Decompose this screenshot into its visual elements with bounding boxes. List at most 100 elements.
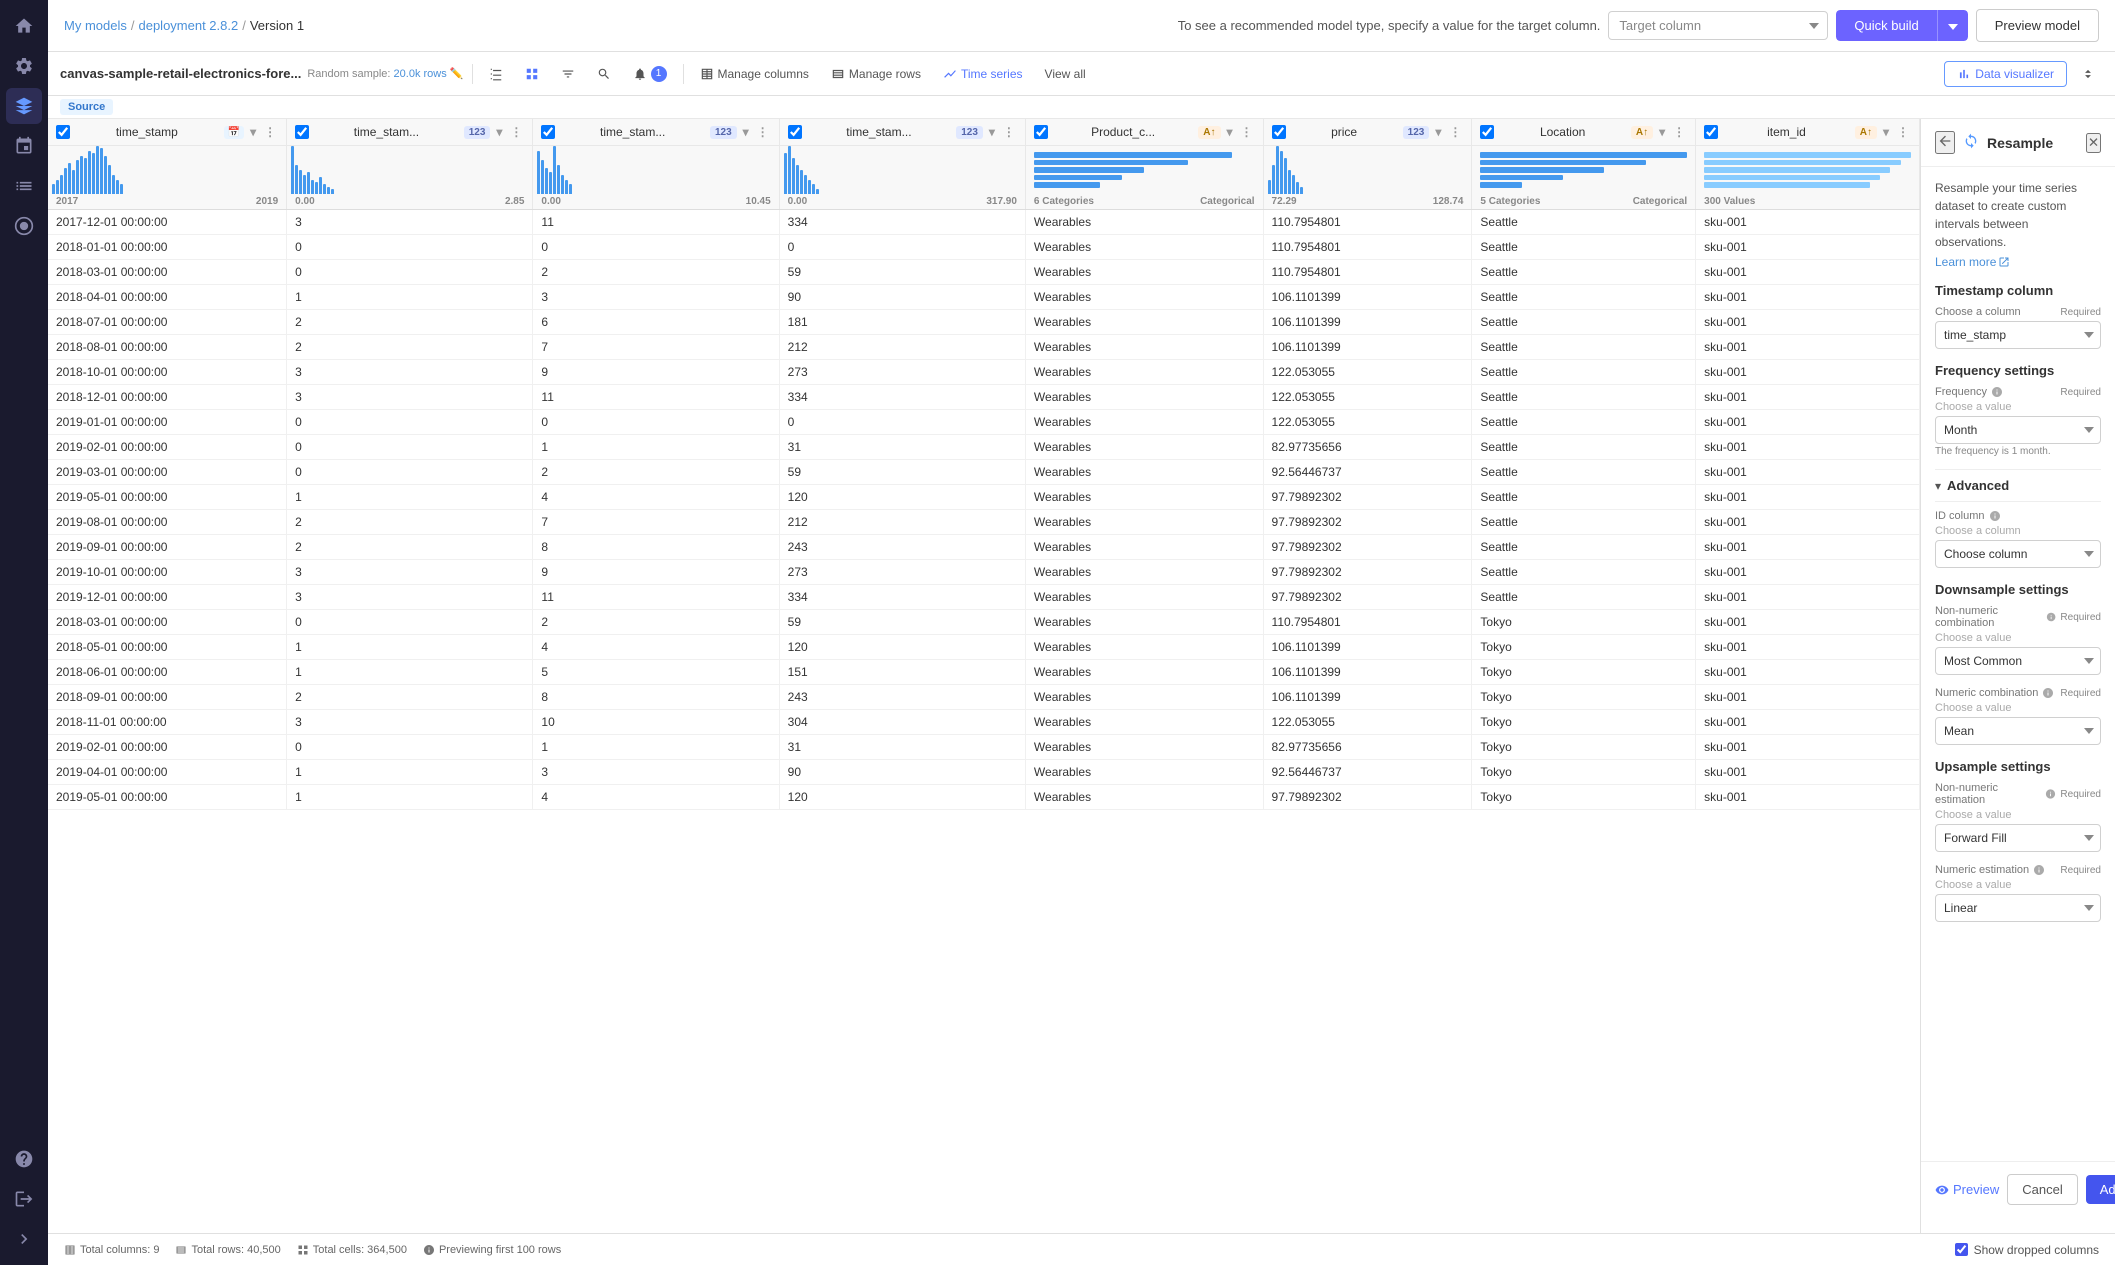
col-menu-7[interactable]: ▾ xyxy=(1657,123,1667,141)
non-numeric-est-label: Non-numeric estimation Required xyxy=(1935,782,2101,806)
table-cell: 151 xyxy=(779,660,1025,685)
nav-help-icon[interactable] xyxy=(6,1141,42,1177)
col-check-3[interactable] xyxy=(541,125,555,139)
nav-circle-icon[interactable] xyxy=(6,208,42,244)
nav-model-icon[interactable] xyxy=(6,88,42,124)
nav-expand-icon[interactable] xyxy=(6,1221,42,1257)
frequency-select[interactable]: Month xyxy=(1935,416,2101,444)
id-column-select[interactable]: Choose column xyxy=(1935,540,2101,568)
table-cell: 1 xyxy=(533,435,779,460)
col-menu-8[interactable]: ▾ xyxy=(1881,123,1891,141)
table-cell: 59 xyxy=(779,260,1025,285)
preview-button[interactable]: Preview xyxy=(1935,1182,1999,1197)
col-dots-4[interactable]: ⋮ xyxy=(1001,123,1017,141)
table-cell: 0 xyxy=(779,410,1025,435)
table-cell: sku-001 xyxy=(1696,635,1920,660)
manage-rows-btn[interactable]: Manage rows xyxy=(823,63,929,85)
nav-settings-icon[interactable] xyxy=(6,48,42,84)
nav-home-icon[interactable] xyxy=(6,8,42,44)
col-dots-1[interactable]: ⋮ xyxy=(262,123,278,141)
table-cell: Wearables xyxy=(1025,610,1263,635)
col-menu-4[interactable]: ▾ xyxy=(987,123,997,141)
cancel-button[interactable]: Cancel xyxy=(2007,1174,2077,1205)
col-dots-8[interactable]: ⋮ xyxy=(1895,123,1911,141)
table-cell: 212 xyxy=(779,335,1025,360)
add-button[interactable]: Add xyxy=(2086,1175,2115,1204)
timestamp-select[interactable]: time_stamp xyxy=(1935,321,2101,349)
non-numeric-field: Non-numeric combination Required Choose … xyxy=(1935,605,2101,675)
col-dots-5[interactable]: ⋮ xyxy=(1239,123,1255,141)
learn-more-link[interactable]: Learn more xyxy=(1935,255,2010,269)
manage-columns-btn[interactable]: Manage columns xyxy=(692,63,817,85)
time-series-btn[interactable]: Time series xyxy=(935,63,1031,85)
table-cell: Wearables xyxy=(1025,760,1263,785)
data-visualizer-btn[interactable]: Data visualizer xyxy=(1944,61,2067,87)
col-check-6[interactable] xyxy=(1272,125,1286,139)
col-dots-3[interactable]: ⋮ xyxy=(755,123,771,141)
numeric-est-select[interactable]: Linear xyxy=(1935,894,2101,922)
table-cell: 106.1101399 xyxy=(1263,310,1472,335)
table-cell: sku-001 xyxy=(1696,260,1920,285)
table-cell: 106.1101399 xyxy=(1263,685,1472,710)
nav-list-icon[interactable] xyxy=(6,168,42,204)
numeric-select[interactable]: Mean xyxy=(1935,717,2101,745)
table-cell: Wearables xyxy=(1025,485,1263,510)
table-cell: sku-001 xyxy=(1696,460,1920,485)
panel-close-btn[interactable]: ✕ xyxy=(2086,133,2101,153)
filter-btn[interactable] xyxy=(553,63,583,85)
status-bar: Total columns: 9 Total rows: 40,500 Tota… xyxy=(48,1233,2115,1265)
edit-icon[interactable]: ✏️ xyxy=(450,68,464,80)
table-row: 2019-10-01 00:00:0039273Wearables97.7989… xyxy=(48,560,1920,585)
collapse-btn[interactable] xyxy=(2073,63,2103,85)
table-cell: 106.1101399 xyxy=(1263,660,1472,685)
data-table-wrapper: time_stamp 📅 ▾ ⋮ 20172 xyxy=(48,119,1920,1233)
table-cell: 3 xyxy=(287,385,533,410)
top-bar: My models / deployment 2.8.2 / Version 1… xyxy=(48,0,2115,52)
advanced-toggle[interactable]: ▾ Advanced xyxy=(1935,469,2101,502)
quick-build-button[interactable]: Quick build xyxy=(1836,10,1936,41)
quick-build-dropdown-button[interactable] xyxy=(1937,10,1968,41)
col-header-2: time_stam... 123 ▾ ⋮ 0. xyxy=(287,119,533,210)
preview-model-button[interactable]: Preview model xyxy=(1976,9,2099,42)
col-check-5[interactable] xyxy=(1034,125,1048,139)
breadcrumb-sep1: / xyxy=(131,18,135,33)
col-dots-6[interactable]: ⋮ xyxy=(1447,123,1463,141)
panel-back-btn[interactable] xyxy=(1935,131,1955,154)
table-cell: 2018-10-01 00:00:00 xyxy=(48,360,287,385)
non-numeric-est-select[interactable]: Forward Fill xyxy=(1935,824,2101,852)
column-view-btn[interactable] xyxy=(517,63,547,85)
table-cell: 2019-05-01 00:00:00 xyxy=(48,785,287,810)
nav-logout-icon[interactable] xyxy=(6,1181,42,1217)
notification-btn[interactable]: 1 xyxy=(625,62,675,86)
breadcrumb-deployment[interactable]: deployment 2.8.2 xyxy=(138,18,238,33)
breadcrumb-my-models[interactable]: My models xyxy=(64,18,127,33)
show-dropped-checkbox[interactable] xyxy=(1955,1243,1968,1256)
col-menu-5[interactable]: ▾ xyxy=(1225,123,1235,141)
col-check-8[interactable] xyxy=(1704,125,1718,139)
col-menu-2[interactable]: ▾ xyxy=(494,123,504,141)
table-cell: 5 xyxy=(533,660,779,685)
non-numeric-select[interactable]: Most Common xyxy=(1935,647,2101,675)
col-menu-6[interactable]: ▾ xyxy=(1433,123,1443,141)
table-cell: Wearables xyxy=(1025,535,1263,560)
col-dots-2[interactable]: ⋮ xyxy=(508,123,524,141)
view-all-btn[interactable]: View all xyxy=(1037,63,1094,85)
col-check-4[interactable] xyxy=(788,125,802,139)
numeric-field: Numeric combination Required Choose a va… xyxy=(1935,687,2101,745)
table-cell: 122.053055 xyxy=(1263,360,1472,385)
table-row: 2019-09-01 00:00:0028243Wearables97.7989… xyxy=(48,535,1920,560)
table-cell: 0 xyxy=(287,735,533,760)
rows-count[interactable]: 20.0k rows xyxy=(394,68,447,80)
target-column-select[interactable]: Target column xyxy=(1608,11,1828,40)
col-check-1[interactable] xyxy=(56,125,70,139)
col-dots-7[interactable]: ⋮ xyxy=(1671,123,1687,141)
col-check-2[interactable] xyxy=(295,125,309,139)
col-menu-1[interactable]: ▾ xyxy=(248,123,258,141)
col-menu-3[interactable]: ▾ xyxy=(741,123,751,141)
grid-view-btn[interactable] xyxy=(481,63,511,85)
search-btn[interactable] xyxy=(589,63,619,85)
col-header-location: Location A↑ ▾ ⋮ xyxy=(1472,119,1696,210)
table-cell: sku-001 xyxy=(1696,510,1920,535)
nav-integrations-icon[interactable] xyxy=(6,128,42,164)
col-check-7[interactable] xyxy=(1480,125,1494,139)
